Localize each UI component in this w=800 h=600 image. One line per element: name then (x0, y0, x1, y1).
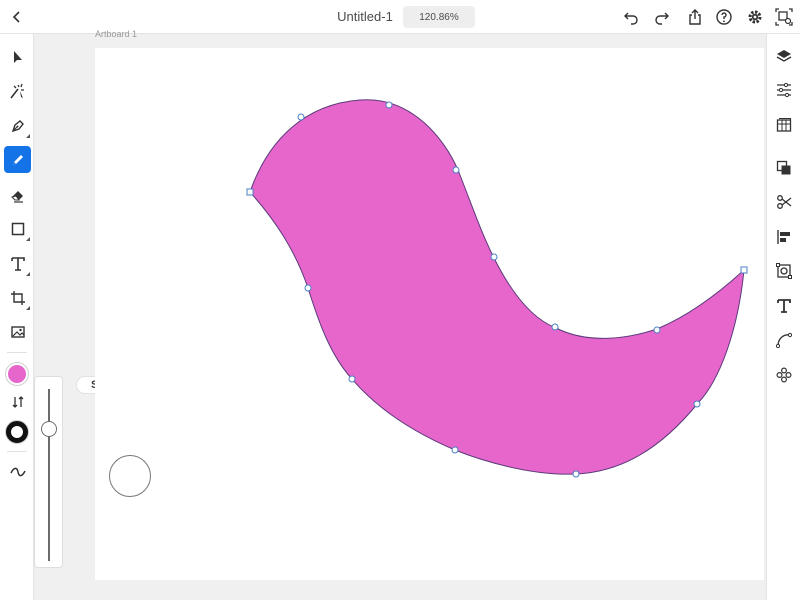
anchor-point[interactable] (693, 400, 701, 408)
anchor-point-corner[interactable] (246, 188, 254, 196)
brush-size-preview (109, 455, 151, 497)
arrange-button[interactable] (772, 156, 796, 180)
anchor-point[interactable] (304, 284, 312, 292)
align-button[interactable] (772, 225, 796, 249)
stack-icon (776, 160, 791, 175)
sliders-icon (777, 82, 791, 98)
flower-icon (776, 367, 792, 383)
path-button[interactable] (772, 328, 796, 352)
anchor-point-corner[interactable] (740, 266, 748, 274)
anchor-point[interactable] (297, 113, 305, 121)
right-panel-toolbar (766, 34, 800, 600)
scissors-icon (777, 195, 792, 209)
drawn-shape[interactable] (249, 99, 745, 475)
properties-button[interactable] (772, 78, 796, 102)
scissors-button[interactable] (772, 190, 796, 214)
drawing-canvas (246, 99, 748, 478)
anchor-point[interactable] (551, 323, 559, 331)
swatch-book-icon (776, 118, 792, 132)
frame-icon (776, 263, 792, 279)
anchor-point[interactable] (653, 326, 661, 334)
anchor-point[interactable] (451, 446, 459, 454)
anchor-point[interactable] (452, 166, 460, 174)
libraries-button[interactable] (772, 113, 796, 137)
letter-t-icon (777, 299, 791, 313)
text-properties-button[interactable] (772, 294, 796, 318)
align-left-icon (777, 230, 790, 244)
bezier-icon (776, 332, 792, 348)
repeat-grid-button[interactable] (772, 363, 796, 387)
layers-button[interactable] (772, 44, 796, 68)
transform-button[interactable] (772, 259, 796, 283)
anchor-point[interactable] (385, 101, 393, 109)
anchor-point[interactable] (572, 470, 580, 478)
anchor-point[interactable] (490, 253, 498, 261)
layers-icon (776, 50, 792, 62)
anchor-point[interactable] (348, 375, 356, 383)
